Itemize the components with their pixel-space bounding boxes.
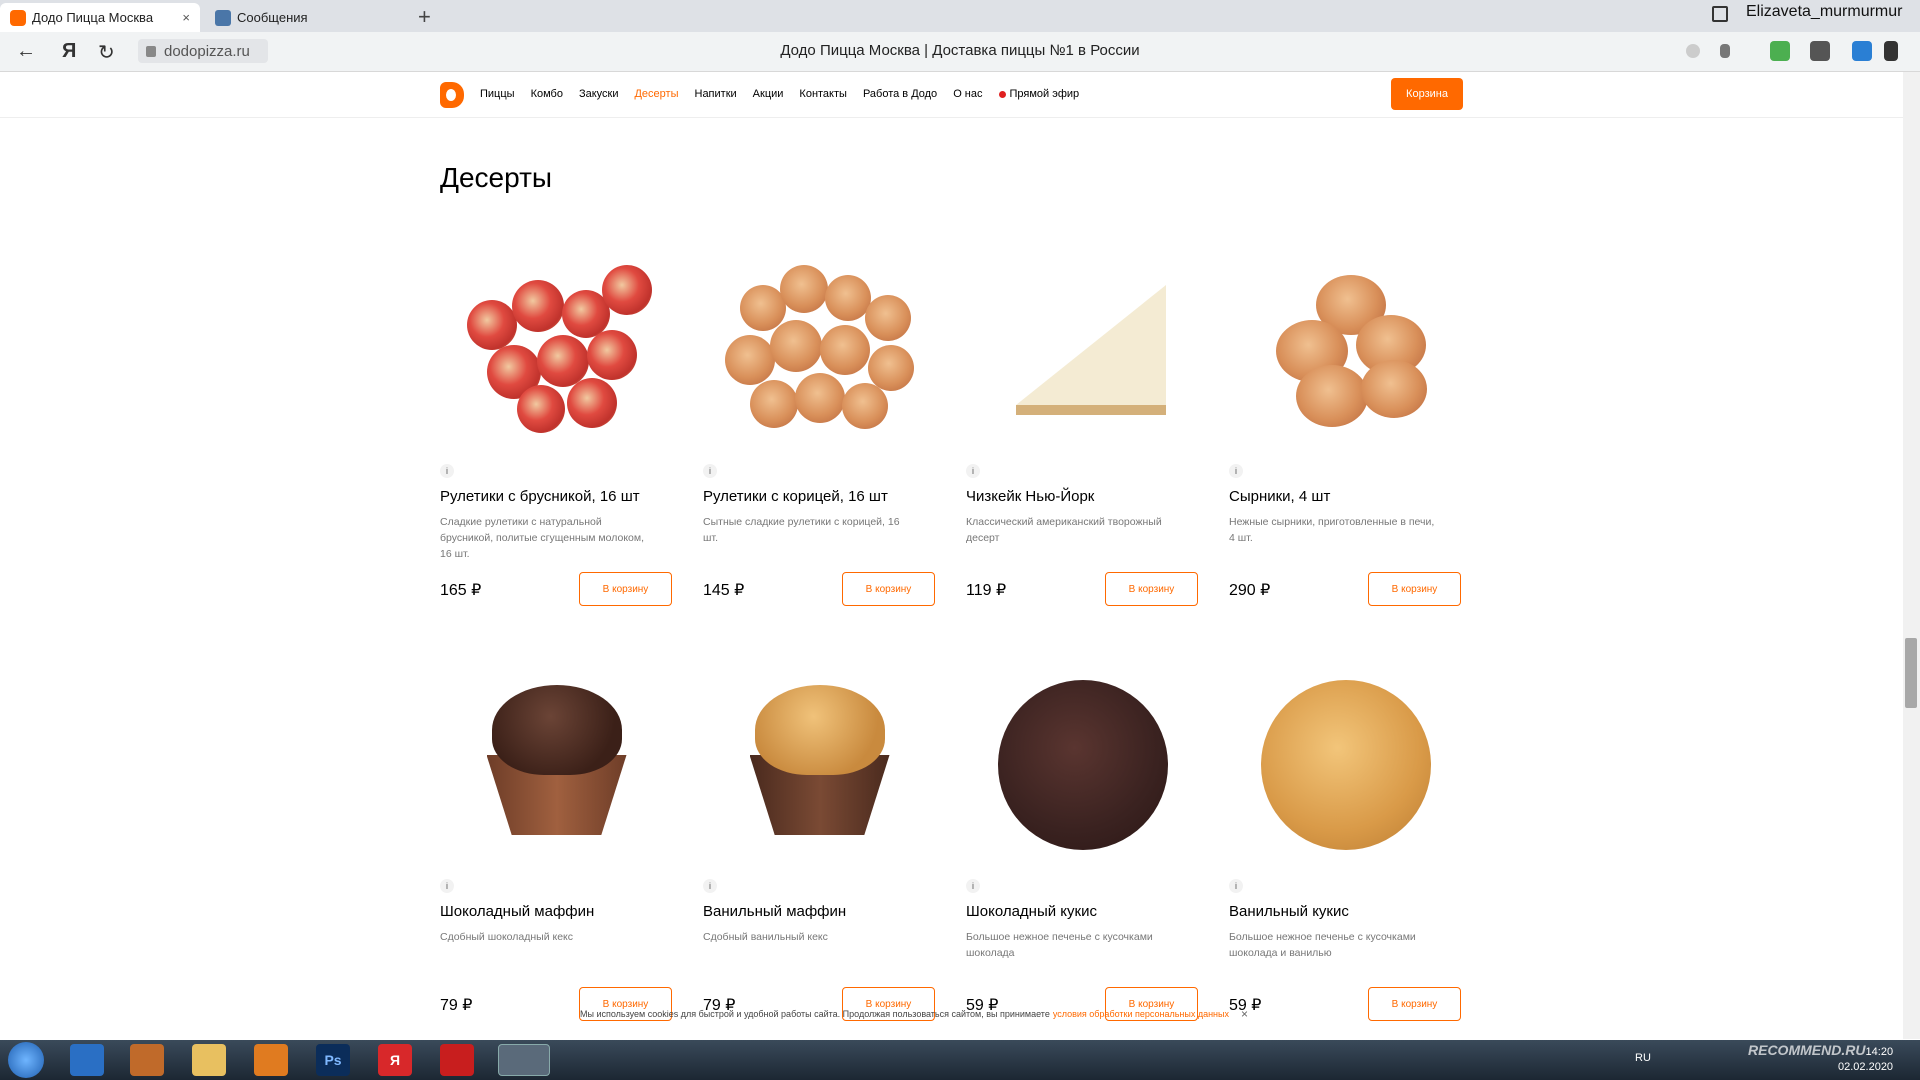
nav-item-snacks[interactable]: Закуски (579, 88, 619, 100)
page-title: Додо Пицца Москва | Доставка пиццы №1 в … (780, 42, 1140, 59)
info-icon[interactable]: i (440, 464, 454, 478)
product-title: Ванильный кукис (1229, 903, 1349, 920)
nav-item-promos[interactable]: Акции (753, 88, 784, 100)
product-title: Рулетики с брусникой, 16 шт (440, 488, 640, 505)
start-button[interactable] (8, 1042, 44, 1078)
main-nav: Пиццы Комбо Закуски Десерты Напитки Акци… (480, 88, 1095, 100)
product-description: Сытные сладкие рулетики с корицей, 16 шт… (703, 516, 900, 544)
browser-tab-strip: Додо Пицца Москва × Сообщения + Elizavet… (0, 0, 1920, 32)
windows-taskbar: Ps Я RU 14:20 02.02.2020 (0, 1040, 1920, 1080)
product-description: Большое нежное печенье с кусочками шокол… (1229, 931, 1416, 959)
yandex-app-icon[interactable]: Я (378, 1044, 412, 1076)
nav-item-jobs[interactable]: Работа в Додо (863, 88, 937, 100)
product-price: 79 ₽ (440, 997, 473, 1014)
info-icon[interactable]: i (703, 879, 717, 893)
messages-icon[interactable] (1810, 41, 1830, 61)
extension-icon[interactable] (1770, 41, 1790, 61)
section-heading: Десерты (440, 162, 553, 193)
file-explorer-icon[interactable] (192, 1044, 226, 1076)
nav-item-combo[interactable]: Комбо (531, 88, 563, 100)
cookie-notice-text: Мы используем cookies для быстрой и удоб… (580, 1009, 1050, 1019)
product-title: Чизкейк Нью-Йорк (966, 488, 1095, 505)
add-to-cart-button[interactable]: В корзину (842, 572, 935, 606)
nav-item-desserts[interactable]: Десерты (634, 88, 678, 100)
product-price: 119 ₽ (966, 582, 1007, 599)
vk-favicon-icon (215, 9, 231, 26)
profile-name[interactable]: Elizaveta_murmurmur (1746, 3, 1902, 21)
add-to-cart-button[interactable]: В корзину (1105, 572, 1198, 606)
info-icon[interactable]: i (703, 464, 717, 478)
tab-title: Сообщения (237, 10, 308, 25)
acrobat-icon[interactable] (440, 1044, 474, 1076)
product-title: Шоколадный маффин (440, 903, 595, 920)
cookie-policy-link[interactable]: условия обработки персональных данных (1053, 1009, 1229, 1019)
add-to-cart-button[interactable]: В корзину (579, 572, 672, 606)
product-description: Сладкие рулетики с натуральной брусникой… (440, 516, 645, 560)
product-image[interactable] (703, 240, 936, 460)
product-title: Шоколадный кукис (966, 903, 1097, 920)
language-indicator[interactable]: RU (1635, 1052, 1651, 1064)
site-header: Пиццы Комбо Закуски Десерты Напитки Акци… (0, 72, 1903, 118)
add-to-cart-button[interactable]: В корзину (1368, 987, 1461, 1021)
close-icon[interactable]: × (182, 10, 190, 25)
nav-item-pizza[interactable]: Пиццы (480, 88, 515, 100)
product-image[interactable] (440, 240, 673, 460)
live-dot-icon (998, 90, 1006, 98)
search-icon[interactable] (1686, 44, 1700, 58)
info-icon[interactable]: i (966, 879, 980, 893)
info-icon[interactable]: i (1229, 879, 1243, 893)
watermark-text: RECOMMEND.RU (1748, 1042, 1866, 1058)
bookmark-icon[interactable] (1720, 44, 1730, 58)
product-image[interactable] (703, 655, 936, 875)
cart-button[interactable]: Корзина (1391, 78, 1463, 110)
download-icon[interactable] (1884, 41, 1898, 61)
dodo-favicon-icon (10, 9, 26, 26)
dodo-logo-icon[interactable] (440, 82, 464, 108)
tabs-layout-icon[interactable] (1712, 6, 1728, 22)
product-title: Рулетики с корицей, 16 шт (703, 488, 888, 505)
product-image[interactable] (1229, 240, 1462, 460)
info-icon[interactable]: i (966, 464, 980, 478)
product-image[interactable] (966, 240, 1199, 460)
tab-title: Додо Пицца Москва (32, 10, 154, 25)
paint-icon[interactable] (130, 1044, 164, 1076)
nav-item-about[interactable]: О нас (953, 88, 982, 100)
address-bar: ← Я ↻ dodopizza.ru Додо Пицца Москва | Д… (0, 32, 1920, 72)
cookie-banner: Мы используем cookies для быстрой и удоб… (580, 1004, 1310, 1024)
product-price: 290 ₽ (1229, 582, 1271, 599)
scroll-thumb[interactable] (1905, 638, 1917, 708)
nav-item-contacts[interactable]: Контакты (799, 88, 847, 100)
product-image[interactable] (966, 655, 1199, 875)
live-label: Прямой эфир (1009, 88, 1080, 100)
info-icon[interactable]: i (1229, 464, 1243, 478)
yandex-browser-icon[interactable] (498, 1044, 550, 1076)
new-tab-button[interactable]: + (418, 4, 431, 30)
info-icon[interactable]: i (440, 879, 454, 893)
close-icon[interactable]: × (1241, 1007, 1248, 1021)
internet-explorer-icon[interactable] (70, 1044, 104, 1076)
nav-item-drinks[interactable]: Напитки (695, 88, 737, 100)
product-description: Сдобный ванильный кекс (703, 931, 828, 943)
product-description: Нежные сырники, приготовленные в печи, 4… (1229, 516, 1435, 544)
add-to-cart-button[interactable]: В корзину (1368, 572, 1461, 606)
page-scrollbar[interactable] (1903, 72, 1920, 1039)
product-description: Сдобный шоколадный кекс (440, 931, 574, 943)
media-player-icon[interactable] (254, 1044, 288, 1076)
tab-messages[interactable]: Сообщения (205, 3, 405, 32)
clock-date: 02.02.2020 (1838, 1061, 1894, 1073)
product-price: 145 ₽ (703, 582, 745, 599)
product-price: 165 ₽ (440, 582, 482, 599)
photoshop-icon[interactable]: Ps (316, 1044, 350, 1076)
product-image[interactable] (1229, 655, 1462, 875)
tab-dodo[interactable]: Додо Пицца Москва × (0, 3, 200, 32)
notifications-icon[interactable] (1852, 41, 1872, 61)
product-title: Ванильный маффин (703, 903, 847, 920)
nav-item-live[interactable]: Прямой эфир (998, 88, 1080, 100)
product-description: Большое нежное печенье с кусочками шокол… (966, 931, 1153, 959)
product-image[interactable] (440, 655, 673, 875)
product-description: Классический американский творожный десе… (966, 516, 1162, 544)
product-title: Сырники, 4 шт (1229, 488, 1331, 505)
